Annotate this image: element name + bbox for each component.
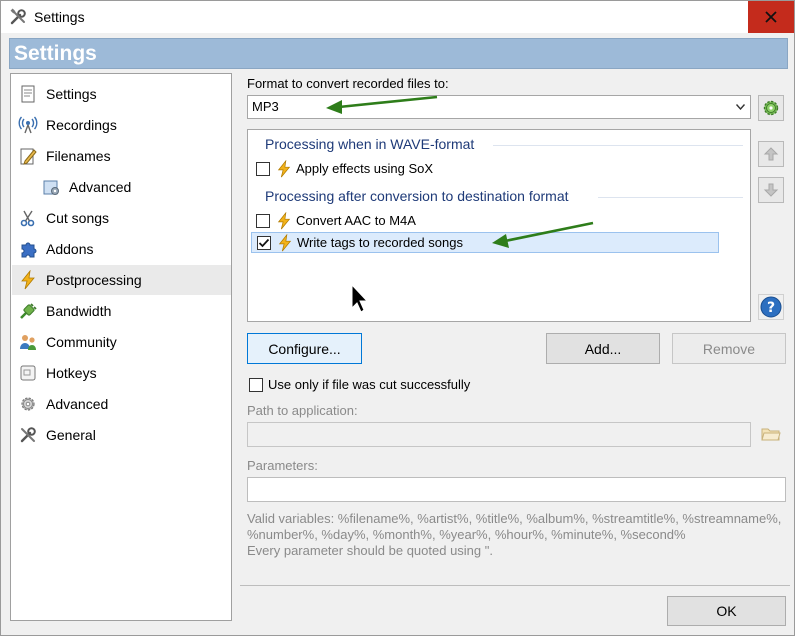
title-bar: Settings — [0, 0, 795, 33]
settings-nav: Settings Recordings Filenames Advanced C… — [10, 73, 232, 621]
nav-item-settings[interactable]: Settings — [12, 79, 231, 109]
nav-item-cut-songs[interactable]: Cut songs — [12, 203, 231, 233]
arrow-up-icon — [763, 147, 779, 161]
chevron-down-icon — [736, 104, 745, 110]
edit-doc-icon — [20, 148, 37, 165]
list-item-sox[interactable]: Apply effects using SoX — [251, 158, 719, 179]
lightning-icon — [278, 233, 292, 251]
cut-only-label: Use only if file was cut successfully — [268, 377, 471, 392]
nav-item-postprocessing[interactable]: Postprocessing — [12, 265, 231, 295]
checkbox[interactable] — [249, 377, 263, 392]
checkbox[interactable] — [256, 213, 270, 228]
move-down-button[interactable] — [758, 177, 784, 203]
nav-item-community[interactable]: Community — [12, 327, 231, 357]
group-heading-destination: Processing after conversion to destinati… — [265, 188, 569, 204]
people-icon — [20, 335, 36, 350]
nav-item-advanced[interactable]: Advanced — [12, 389, 231, 419]
variables-text: Valid variables: %filename%, %artist%, %… — [247, 511, 782, 542]
format-select[interactable]: MP3 — [247, 95, 751, 119]
settings-gear-icon — [763, 100, 779, 116]
group-rule — [493, 145, 743, 146]
puzzle-icon — [21, 242, 37, 258]
quote-hint: Every parameter should be quoted using "… — [247, 543, 493, 558]
close-icon — [765, 11, 777, 23]
format-settings-button[interactable] — [758, 95, 784, 121]
nav-item-bandwidth[interactable]: Bandwidth — [12, 296, 231, 326]
svg-text:?: ? — [767, 300, 775, 316]
add-button[interactable]: Add... — [546, 333, 660, 364]
plug-icon — [20, 303, 37, 319]
footer-divider — [240, 585, 790, 586]
checkmark-icon — [258, 238, 270, 247]
close-button[interactable] — [748, 1, 794, 33]
arrow-down-icon — [763, 183, 779, 197]
key-icon — [20, 365, 36, 381]
parameters-label: Parameters: — [247, 458, 318, 473]
nav-item-addons[interactable]: Addons — [12, 234, 231, 264]
lightning-icon — [277, 211, 291, 229]
checkbox[interactable] — [256, 161, 270, 176]
postprocessing-list[interactable]: Processing when in WAVE-format Apply eff… — [247, 129, 751, 322]
configure-button[interactable]: Configure... — [247, 333, 362, 364]
folder-browse-icon[interactable] — [761, 425, 781, 443]
nav-item-general[interactable]: General — [12, 420, 231, 450]
format-select-value: MP3 — [252, 99, 279, 114]
checkbox-checked[interactable] — [257, 235, 271, 250]
gear-icon — [21, 397, 35, 411]
window-title: Settings — [34, 9, 85, 25]
cut-only-option[interactable]: Use only if file was cut successfully — [247, 377, 470, 392]
path-input[interactable] — [247, 422, 751, 447]
folder-settings-icon — [43, 180, 59, 195]
tools-icon — [10, 8, 26, 25]
nav-item-filenames-advanced[interactable]: Advanced — [12, 172, 231, 202]
help-button[interactable]: ? — [758, 294, 784, 320]
page-icon — [21, 85, 35, 103]
nav-item-hotkeys[interactable]: Hotkeys — [12, 358, 231, 388]
broadcast-icon — [18, 116, 38, 134]
tools-icon — [20, 427, 36, 443]
settings-window: Settings Settings Recordings Filenames A… — [0, 33, 795, 636]
help-icon: ? — [760, 296, 782, 318]
lightning-icon — [277, 159, 291, 177]
nav-item-filenames[interactable]: Filenames — [12, 141, 231, 171]
list-item-write-tags[interactable]: Write tags to recorded songs — [251, 232, 719, 253]
path-label: Path to application: — [247, 403, 358, 418]
group-rule — [598, 197, 743, 198]
ok-button[interactable]: OK — [667, 596, 786, 626]
lightning-icon — [21, 270, 35, 290]
list-item-aac[interactable]: Convert AAC to M4A — [251, 210, 719, 231]
page-header: Settings — [9, 38, 788, 69]
group-heading-wave: Processing when in WAVE-format — [265, 136, 475, 152]
variables-hint: Valid variables: %filename%, %artist%, %… — [247, 511, 787, 559]
parameters-input[interactable] — [247, 477, 786, 502]
scissors-icon — [20, 210, 35, 227]
move-up-button[interactable] — [758, 141, 784, 167]
nav-item-recordings[interactable]: Recordings — [12, 110, 231, 140]
format-label: Format to convert recorded files to: — [247, 76, 449, 91]
remove-button[interactable]: Remove — [672, 333, 786, 364]
